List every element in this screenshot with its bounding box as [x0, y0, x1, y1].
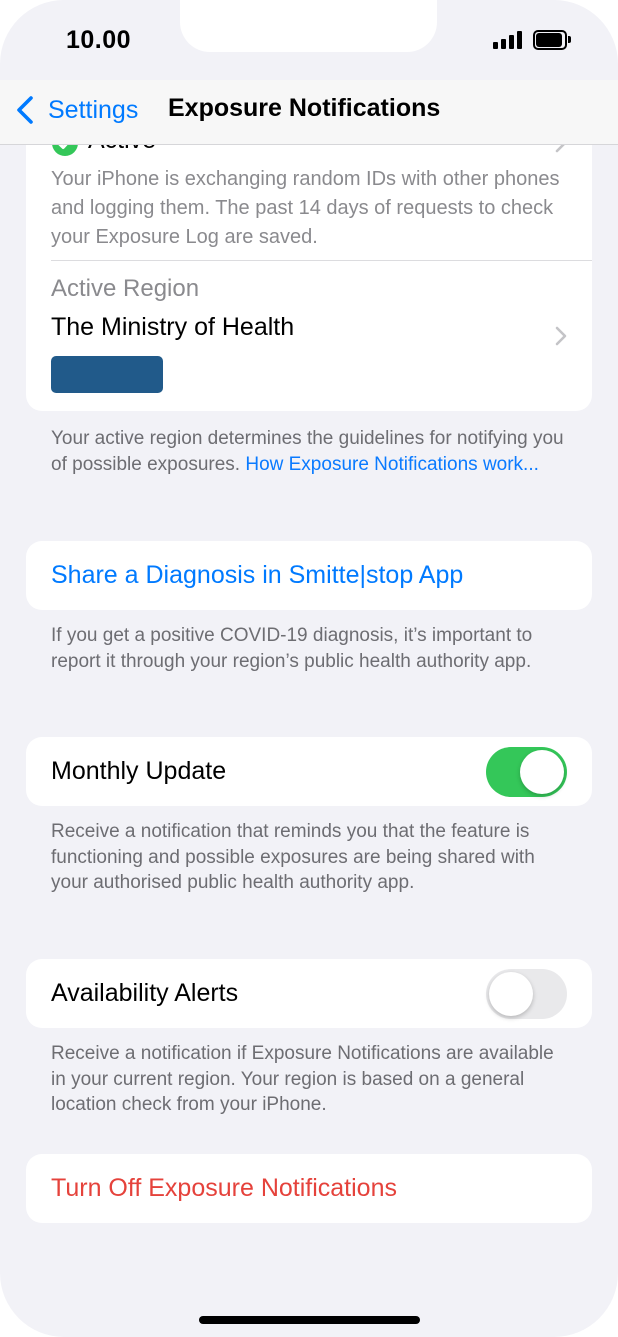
navigation-bar: Settings Exposure Notifications — [0, 80, 618, 145]
page-title: Exposure Notifications — [168, 94, 441, 122]
active-status-row[interactable]: Active Your iPhone is exchanging random … — [26, 144, 592, 248]
active-region-name: The Ministry of Health — [51, 313, 295, 341]
share-diagnosis-card: Share a Diagnosis in Smitte|stop App — [26, 541, 592, 610]
active-status-description: Your iPhone is exchanging random IDs wit… — [51, 168, 560, 248]
availability-alerts-toggle[interactable] — [486, 969, 567, 1019]
status-time: 10.00 — [66, 26, 132, 54]
status-bar: 10.00 — [0, 0, 618, 80]
region-footer: Your active region determines the guidel… — [51, 426, 571, 477]
row-divider — [51, 260, 592, 261]
availability-alerts-footer: Receive a notification if Exposure Notif… — [51, 1043, 554, 1115]
monthly-update-card: Monthly Update — [26, 737, 592, 806]
turn-off-card: Turn Off Exposure Notifications — [26, 1154, 592, 1223]
chevron-right-icon — [555, 326, 567, 346]
settings-content: Active Your iPhone is exchanging random … — [0, 144, 618, 1337]
chevron-right-icon — [555, 144, 566, 153]
monthly-update-footer: Receive a notification that reminds you … — [51, 821, 535, 893]
toggle-knob — [520, 750, 564, 794]
battery-icon — [533, 30, 571, 50]
phone-screen: 10.00 Settings Exposure Notifications Yo… — [0, 0, 618, 1337]
active-region-heading: Active Region — [51, 275, 200, 302]
toggle-knob — [489, 972, 533, 1016]
cellular-signal-icon — [493, 31, 523, 49]
checkmark-circle-icon — [52, 144, 78, 156]
share-diagnosis-footer: If you get a positive COVID-19 diagnosis… — [51, 625, 533, 672]
home-indicator[interactable] — [199, 1316, 420, 1324]
how-exposure-notifications-work-link[interactable]: How Exposure Notifications work... — [245, 454, 539, 475]
region-authority-logo — [51, 356, 163, 393]
back-button[interactable]: Settings — [12, 90, 138, 130]
monthly-update-toggle[interactable] — [486, 747, 567, 797]
back-label: Settings — [48, 95, 139, 124]
turn-off-exposure-notifications-button[interactable]: Turn Off Exposure Notifications — [51, 1174, 397, 1203]
monthly-update-label: Monthly Update — [51, 757, 227, 785]
active-status-label: Active — [88, 144, 156, 155]
availability-alerts-card: Availability Alerts — [26, 959, 592, 1028]
share-diagnosis-button[interactable]: Share a Diagnosis in Smitte|stop App — [51, 561, 463, 590]
notch — [180, 0, 437, 52]
availability-alerts-label: Availability Alerts — [51, 979, 239, 1007]
status-region-card: Active Your iPhone is exchanging random … — [26, 144, 592, 411]
chevron-left-icon — [17, 96, 33, 124]
